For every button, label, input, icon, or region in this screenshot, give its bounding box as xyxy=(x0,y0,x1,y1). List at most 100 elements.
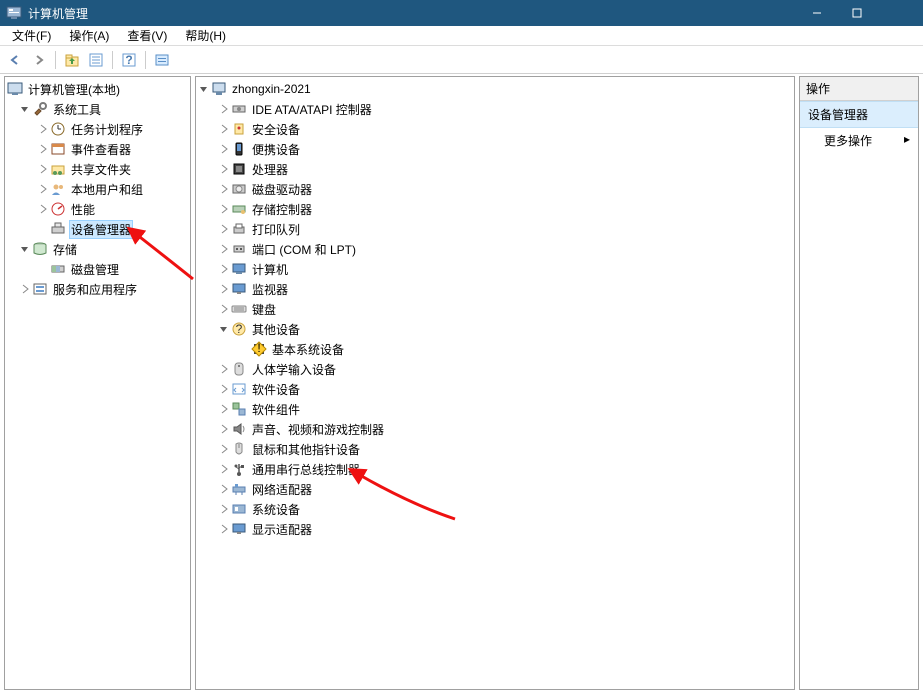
expand-icon[interactable] xyxy=(37,163,49,175)
expand-icon[interactable] xyxy=(218,263,230,275)
tree-device-manager[interactable]: 设备管理器 xyxy=(5,219,190,239)
tree-label: 存储 xyxy=(51,240,79,259)
expand-icon[interactable] xyxy=(19,283,31,295)
tree-label: 便携设备 xyxy=(250,140,302,159)
toolbar-properties-icon[interactable] xyxy=(85,49,107,71)
menu-view[interactable]: 查看(V) xyxy=(119,25,175,46)
users-icon xyxy=(50,181,66,197)
expand-icon[interactable] xyxy=(218,183,230,195)
tree-task-scheduler[interactable]: 任务计划程序 xyxy=(5,119,190,139)
tree-label: 打印队列 xyxy=(250,220,302,239)
expand-icon[interactable] xyxy=(218,243,230,255)
actions-more[interactable]: 更多操作 ▸ xyxy=(800,128,918,153)
back-button[interactable] xyxy=(4,49,26,71)
device-category-storage_ctrl[interactable]: 存储控制器 xyxy=(196,199,794,219)
left-tree-panel: 计算机管理(本地) 系统工具 任务计划程序 事件查看器 共享文件夹 xyxy=(4,76,191,690)
tree-root[interactable]: 计算机管理(本地) xyxy=(5,79,190,99)
expand-icon[interactable] xyxy=(37,123,49,135)
forward-button[interactable] xyxy=(28,49,50,71)
expand-icon[interactable] xyxy=(218,163,230,175)
device-category-computer[interactable]: 计算机 xyxy=(196,259,794,279)
collapse-icon[interactable] xyxy=(218,323,230,335)
device-category-processor[interactable]: 处理器 xyxy=(196,159,794,179)
actions-panel: 操作 设备管理器 更多操作 ▸ xyxy=(799,76,919,690)
expand-icon[interactable] xyxy=(218,403,230,415)
expand-icon[interactable] xyxy=(37,203,49,215)
device-category-mouse[interactable]: 鼠标和其他指针设备 xyxy=(196,439,794,459)
expand-icon[interactable] xyxy=(218,383,230,395)
device-category-software_dev[interactable]: 软件设备 xyxy=(196,379,794,399)
device-category-other[interactable]: ?其他设备 xyxy=(196,319,794,339)
toolbar-up-icon[interactable] xyxy=(61,49,83,71)
expand-icon[interactable] xyxy=(218,223,230,235)
tree-label: 通用串行总线控制器 xyxy=(250,460,362,479)
tree-event-viewer[interactable]: 事件查看器 xyxy=(5,139,190,159)
expand-icon[interactable] xyxy=(218,283,230,295)
device-category-print_queue[interactable]: 打印队列 xyxy=(196,219,794,239)
device-category-software_comp[interactable]: 软件组件 xyxy=(196,399,794,419)
app-icon xyxy=(6,5,22,21)
device-category-usb[interactable]: 通用串行总线控制器 xyxy=(196,459,794,479)
device-manager-icon xyxy=(50,221,66,237)
actions-context[interactable]: 设备管理器 xyxy=(800,101,918,128)
device-category-audio[interactable]: 声音、视频和游戏控制器 xyxy=(196,419,794,439)
tree-label: 人体学输入设备 xyxy=(250,360,338,379)
device-category-portable[interactable]: 便携设备 xyxy=(196,139,794,159)
network-icon xyxy=(231,481,247,497)
window-title: 计算机管理 xyxy=(28,5,797,22)
expand-icon[interactable] xyxy=(218,203,230,215)
tree-services[interactable]: 服务和应用程序 xyxy=(5,279,190,299)
device-category-security[interactable]: 安全设备 xyxy=(196,119,794,139)
actions-more-label: 更多操作 xyxy=(824,134,872,148)
collapse-icon[interactable] xyxy=(198,83,210,95)
device-tree-root[interactable]: zhongxin-2021 xyxy=(196,79,794,99)
tree-storage[interactable]: 存储 xyxy=(5,239,190,259)
expand-icon[interactable] xyxy=(218,443,230,455)
expand-icon[interactable] xyxy=(218,123,230,135)
expand-icon[interactable] xyxy=(218,303,230,315)
tree-local-users[interactable]: 本地用户和组 xyxy=(5,179,190,199)
device-category-network[interactable]: 网络适配器 xyxy=(196,479,794,499)
toolbar-refresh-icon[interactable] xyxy=(151,49,173,71)
device-category-disk[interactable]: 磁盘驱动器 xyxy=(196,179,794,199)
menu-help[interactable]: 帮助(H) xyxy=(177,25,234,46)
expand-icon[interactable] xyxy=(218,483,230,495)
collapse-icon[interactable] xyxy=(19,103,31,115)
expand-icon[interactable] xyxy=(218,423,230,435)
device-category-monitor[interactable]: 监视器 xyxy=(196,279,794,299)
device-item-base-system[interactable]: !基本系统设备 xyxy=(196,339,794,359)
expand-icon[interactable] xyxy=(218,463,230,475)
device-category-hid[interactable]: 人体学输入设备 xyxy=(196,359,794,379)
tree-label: 共享文件夹 xyxy=(69,160,133,179)
tree-shared-folders[interactable]: 共享文件夹 xyxy=(5,159,190,179)
warning-device-icon: ! xyxy=(251,341,267,357)
menu-action[interactable]: 操作(A) xyxy=(61,25,117,46)
device-category-keyboard[interactable]: 键盘 xyxy=(196,299,794,319)
device-category-display[interactable]: 显示适配器 xyxy=(196,519,794,539)
event-icon xyxy=(50,141,66,157)
maximize-button[interactable] xyxy=(837,0,877,26)
mouse-icon xyxy=(231,441,247,457)
tree-disk-mgmt[interactable]: 磁盘管理 xyxy=(5,259,190,279)
tree-label: 软件设备 xyxy=(250,380,302,399)
minimize-button[interactable] xyxy=(797,0,837,26)
toolbar-help-icon[interactable]: ? xyxy=(118,49,140,71)
ports-icon xyxy=(231,241,247,257)
expand-icon[interactable] xyxy=(218,143,230,155)
tree-system-tools[interactable]: 系统工具 xyxy=(5,99,190,119)
expand-icon[interactable] xyxy=(218,523,230,535)
expand-icon[interactable] xyxy=(218,103,230,115)
expand-icon[interactable] xyxy=(37,143,49,155)
tree-performance[interactable]: 性能 xyxy=(5,199,190,219)
menu-file[interactable]: 文件(F) xyxy=(4,25,59,46)
device-category-ports[interactable]: 端口 (COM 和 LPT) xyxy=(196,239,794,259)
tree-label: 监视器 xyxy=(250,280,290,299)
twisty-empty xyxy=(37,263,49,275)
collapse-icon[interactable] xyxy=(19,243,31,255)
expand-icon[interactable] xyxy=(218,503,230,515)
device-category-ide[interactable]: IDE ATA/ATAPI 控制器 xyxy=(196,99,794,119)
device-category-system_dev[interactable]: 系统设备 xyxy=(196,499,794,519)
expand-icon[interactable] xyxy=(218,363,230,375)
tree-label: 磁盘管理 xyxy=(69,260,121,279)
expand-icon[interactable] xyxy=(37,183,49,195)
